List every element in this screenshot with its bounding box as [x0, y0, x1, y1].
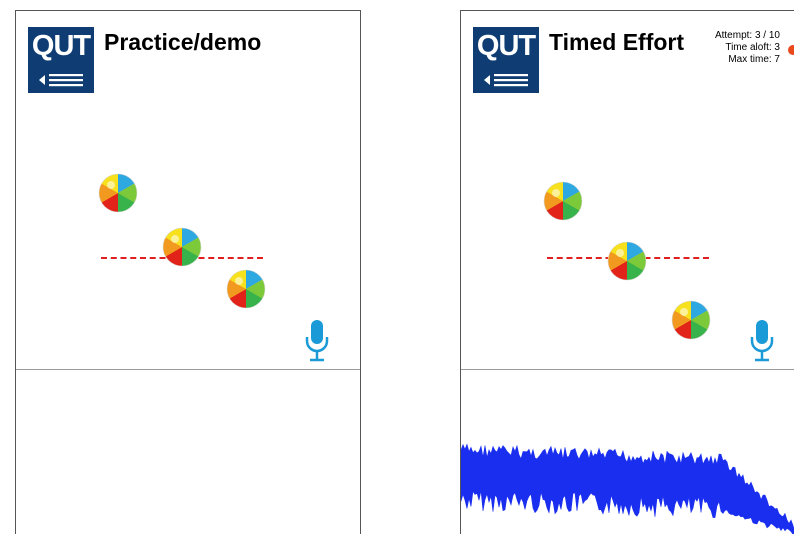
beach-ball-icon	[226, 269, 266, 309]
divider	[16, 369, 360, 370]
back-menu-icon[interactable]	[39, 73, 85, 87]
beach-ball-icon	[671, 300, 711, 340]
qut-logo[interactable]: QUT	[28, 27, 94, 93]
back-menu-icon[interactable]	[484, 73, 530, 87]
page-title: Practice/demo	[104, 29, 262, 55]
logo-text: QUT	[31, 30, 91, 62]
beach-ball-icon	[162, 227, 202, 267]
microphone-icon[interactable]	[749, 319, 775, 363]
beach-ball-icon	[98, 173, 138, 213]
max-time: Max time: 7	[728, 54, 780, 65]
audio-waveform	[461, 443, 794, 534]
practice-screen: QUT Practice/demo	[15, 10, 361, 534]
page-title: Timed Effort	[549, 29, 685, 55]
timed-effort-screen: QUT Timed Effort Attempt: 3 / 10 Time al…	[460, 10, 794, 534]
beach-ball-icon	[543, 181, 583, 221]
qut-logo[interactable]: QUT	[473, 27, 539, 93]
time-aloft: Time aloft: 3	[725, 42, 780, 53]
microphone-icon[interactable]	[304, 319, 330, 363]
status-indicator	[788, 45, 794, 55]
attempt-counter: Attempt: 3 / 10	[714, 30, 780, 41]
beach-ball-icon	[607, 241, 647, 281]
stats-panel: Attempt: 3 / 10 Time aloft: 3 Max time: …	[670, 30, 780, 66]
logo-text: QUT	[476, 30, 536, 62]
divider	[461, 369, 794, 370]
